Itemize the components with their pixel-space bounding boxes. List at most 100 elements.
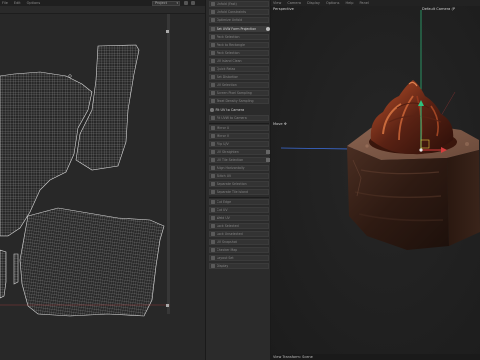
selection-icon (211, 83, 215, 87)
tool-align-horizontally[interactable]: Align Horizontally (209, 165, 269, 171)
weld-icon (211, 216, 215, 220)
pin-icon[interactable] (184, 1, 188, 5)
uv-viewport[interactable] (0, 14, 205, 360)
tool-quick-relax[interactable]: Quick Relax (209, 66, 269, 72)
flip-icon (211, 142, 215, 146)
cut-icon (211, 200, 215, 204)
uv-menu-item-file[interactable]: File (2, 1, 8, 5)
tool-texel-density[interactable]: Texel Density Sampling (209, 98, 269, 104)
uv-island[interactable] (19, 207, 165, 317)
tool-flip-uv[interactable]: Flip U/V (209, 141, 269, 147)
3d-scene[interactable] (271, 0, 480, 360)
tool-uv-island-clean[interactable]: UV Island Clean (209, 58, 269, 64)
tool-mirror-u[interactable]: Mirror U (209, 125, 269, 131)
tool-section-fit-uv[interactable]: Fit UV to Camera (209, 107, 269, 113)
pixel-icon (211, 91, 215, 95)
camera-icon (210, 108, 214, 112)
view-menu-item[interactable]: Options (326, 1, 340, 5)
move-arrows-icon: ✥ (283, 122, 287, 126)
tool-uv-selection[interactable]: UV Selection (209, 82, 269, 88)
camera-fit-icon (211, 116, 215, 120)
view-menu-item[interactable]: View (273, 1, 281, 5)
gear-icon[interactable] (266, 27, 270, 31)
tool-set-uvw-projection[interactable]: Set UVW Form Projection (209, 26, 270, 32)
tool-separate-tile-island[interactable]: Separate Tile Island (209, 189, 269, 195)
unlock-icon (211, 232, 215, 236)
uv-toolbox: Unfold (Fast) Unfold Constraints Optimiz… (205, 0, 271, 360)
align-icon (211, 166, 215, 170)
unfold-icon (211, 2, 215, 6)
status-text: View Transform: Scene (273, 355, 313, 359)
tool-weld-uv[interactable]: Weld UV (209, 215, 269, 221)
tool-fit-uvw-camera[interactable]: Fit UVW to Camera (209, 115, 269, 121)
3d-viewport[interactable]: View Camera Display Options Help Panel P… (271, 0, 480, 360)
mirror-u-icon (211, 126, 215, 130)
lock-icon (211, 224, 215, 228)
tool-uv-straighten[interactable]: UV Straighten (209, 149, 270, 155)
uv-menu-item-edit[interactable]: Edit (14, 1, 21, 5)
tool-separate-selection[interactable]: Separate Selection (209, 181, 269, 187)
mirror-v-icon (211, 134, 215, 138)
tool-cut-edge[interactable]: Cut Edge (209, 199, 269, 205)
tool-screen-pixel-sampling[interactable]: Screen Pixel Sampling (209, 90, 269, 96)
tool-unfold-constraints[interactable]: Unfold Constraints (209, 9, 269, 15)
stitch-icon (211, 174, 215, 178)
uv-island[interactable] (13, 253, 19, 285)
options-icon[interactable] (266, 158, 270, 162)
view-menu-item[interactable]: Camera (287, 1, 301, 5)
viewport-menu-bar: View Camera Display Options Help Panel (271, 0, 480, 6)
tool-stitch-uv[interactable]: Stitch UV (209, 173, 269, 179)
uv-handle-bottom[interactable] (166, 304, 169, 307)
uv-dropdown-value: Project (155, 1, 167, 5)
clean-icon (211, 59, 215, 63)
tool-lock-selected[interactable]: Lock Selected (209, 223, 269, 229)
texel-icon (211, 99, 215, 103)
constraints-icon (211, 10, 215, 14)
uv-canvas[interactable] (0, 14, 205, 360)
tool-pack-selection[interactable]: Pack Selection (209, 34, 269, 40)
checker-icon (211, 248, 215, 252)
tool-optimize-unfold[interactable]: Optimize Unfold (209, 17, 269, 23)
uv-editor-panel: File Edit Options Project ▾ (0, 0, 205, 360)
optimize-icon (211, 18, 215, 22)
tool-lock-unselected[interactable]: Lock Unselected (209, 231, 269, 237)
uv-island[interactable] (0, 249, 7, 299)
view-menu-item[interactable]: Display (307, 1, 320, 5)
separate-icon (211, 182, 215, 186)
pack-rect-icon (211, 43, 215, 47)
tool-uv-snapshot[interactable]: UV Snapshot (209, 239, 269, 245)
projection-icon (211, 27, 215, 31)
move-tool-label: Move ✥ (273, 122, 287, 126)
uv-toolbar (0, 6, 205, 14)
window-icon[interactable] (191, 1, 195, 5)
toolbox-divider (209, 197, 269, 198)
uv-projection-dropdown[interactable]: Project ▾ (152, 0, 180, 6)
tool-cut-uv[interactable]: Cut UV (209, 207, 269, 213)
uv-pivot-icon[interactable] (68, 74, 72, 78)
options-icon[interactable] (266, 150, 270, 154)
pack-icon (211, 51, 215, 55)
view-menu-item[interactable]: Panel (359, 1, 368, 5)
cut-uv-icon (211, 208, 215, 212)
tool-mirror-v[interactable]: Mirror V (209, 133, 269, 139)
view-menu-item[interactable]: Help (345, 1, 353, 5)
tool-set-distortion[interactable]: Set Distortion (209, 74, 269, 80)
pack-icon (211, 35, 215, 39)
tool-display[interactable]: Display (209, 263, 269, 269)
layout-icon (211, 256, 215, 260)
tool-unfold-fast[interactable]: Unfold (Fast) (209, 1, 269, 7)
viewport-camera-label[interactable]: Default Camera (P (422, 7, 455, 11)
snapshot-icon (211, 240, 215, 244)
tool-uv-tile-selection[interactable]: UV Tile Selection (209, 157, 270, 163)
tool-checker-map[interactable]: Checker Map (209, 247, 269, 253)
uv-menu-item-options[interactable]: Options (27, 1, 41, 5)
chevron-down-icon: ▾ (176, 1, 178, 5)
tool-pack-rectangle[interactable]: Pack to Rectangle (209, 42, 269, 48)
uv-handle-top[interactable] (166, 30, 169, 33)
straighten-icon (211, 150, 215, 154)
viewport-status-bar: View Transform: Scene (271, 354, 480, 360)
viewport-perspective-label[interactable]: Perspective (273, 7, 294, 11)
tool-layout-set[interactable]: Layout Set (209, 255, 269, 261)
tool-pack-selection-2[interactable]: Pack Selection (209, 50, 269, 56)
tile-icon (211, 158, 215, 162)
